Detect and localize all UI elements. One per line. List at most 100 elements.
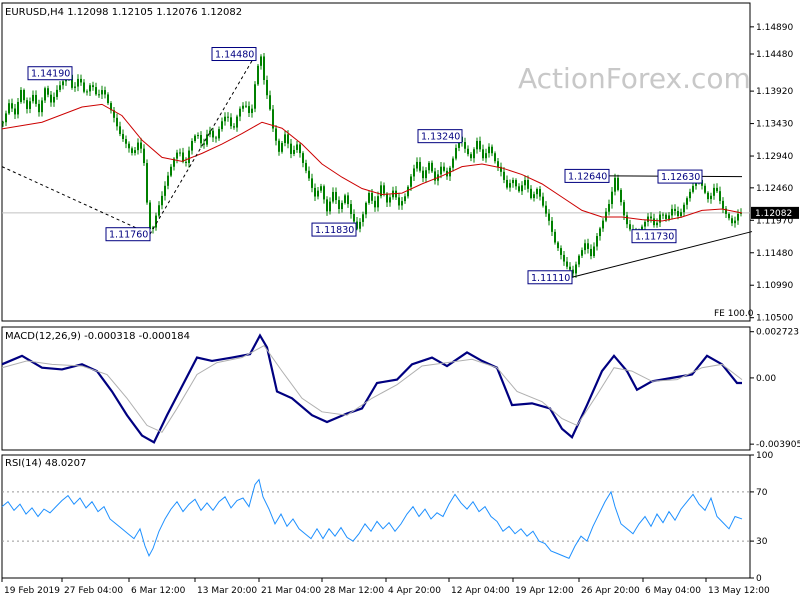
candle-body bbox=[98, 94, 100, 96]
candle-body bbox=[338, 200, 340, 210]
candle-body bbox=[494, 153, 496, 162]
candle-body bbox=[299, 144, 301, 154]
candle-body bbox=[557, 242, 559, 249]
candle-body bbox=[692, 185, 694, 192]
candle-body bbox=[584, 243, 586, 251]
candle-body bbox=[464, 142, 466, 149]
candle-body bbox=[140, 142, 142, 149]
candle-body bbox=[8, 103, 10, 114]
candle-body bbox=[134, 150, 136, 153]
candle-body bbox=[131, 148, 133, 153]
candle-body bbox=[620, 189, 622, 203]
candle-body bbox=[473, 149, 475, 159]
candle-body bbox=[563, 254, 565, 262]
x-tick-label: 4 Apr 20:00 bbox=[388, 586, 441, 596]
candle-body bbox=[674, 208, 676, 212]
y-tick-label: 0.00 bbox=[756, 374, 776, 384]
y-tick-label: 70 bbox=[756, 488, 768, 498]
candle-body bbox=[254, 84, 256, 109]
candle-body bbox=[470, 154, 472, 159]
price-annotation-label: 1.14480 bbox=[215, 50, 254, 61]
candle-body bbox=[350, 204, 352, 215]
macd-panel-title: MACD(12,26,9) -0.000318 -0.000184 bbox=[5, 331, 190, 342]
price-annotation-label: 1.12630 bbox=[661, 172, 700, 183]
candle-body bbox=[608, 204, 610, 212]
candle-body bbox=[575, 264, 577, 274]
candle-body bbox=[158, 205, 160, 216]
candle-body bbox=[374, 200, 376, 208]
candle-body bbox=[179, 152, 181, 154]
price-annotation-label: 1.11110 bbox=[531, 273, 570, 284]
candle-body bbox=[707, 192, 709, 200]
candle-body bbox=[512, 179, 514, 184]
candle-body bbox=[371, 192, 373, 201]
candle-body bbox=[14, 108, 16, 115]
candle-body bbox=[530, 188, 532, 199]
candle-body bbox=[422, 170, 424, 179]
price-panel-title: EURUSD,H4 1.12098 1.12105 1.12076 1.1208… bbox=[5, 7, 242, 18]
candle-body bbox=[668, 215, 670, 219]
candle-body bbox=[296, 144, 298, 150]
candle-body bbox=[95, 87, 97, 95]
y-tick-label: 0.002723 bbox=[756, 328, 799, 338]
y-tick-label: 1.10500 bbox=[756, 314, 793, 324]
candle-body bbox=[257, 65, 259, 85]
candle-body bbox=[47, 88, 49, 95]
candle-body bbox=[605, 211, 607, 221]
candle-body bbox=[32, 94, 34, 102]
candle-body bbox=[539, 189, 541, 197]
candle-body bbox=[731, 218, 733, 224]
y-tick-label: 1.13430 bbox=[756, 120, 793, 130]
current-price-label: 1.12082 bbox=[755, 209, 792, 219]
candle-body bbox=[686, 198, 688, 205]
x-tick-label: 13 Mar 20:00 bbox=[197, 586, 257, 596]
candle-body bbox=[347, 195, 349, 205]
candle-body bbox=[713, 187, 715, 196]
watermark: ActionForex.com bbox=[518, 62, 751, 95]
candle-body bbox=[35, 94, 37, 104]
candle-body bbox=[74, 86, 76, 88]
rsi-panel-title: RSI(14) 48.0207 bbox=[5, 458, 86, 469]
candle-body bbox=[671, 208, 673, 216]
candle-body bbox=[566, 261, 568, 267]
candle-body bbox=[617, 177, 619, 190]
candle-body bbox=[614, 177, 616, 192]
candle-body bbox=[128, 143, 130, 149]
candle-body bbox=[119, 126, 121, 134]
candle-body bbox=[323, 186, 325, 200]
candle-body bbox=[503, 171, 505, 180]
candle-body bbox=[137, 142, 139, 151]
candle-body bbox=[647, 216, 649, 222]
candle-body bbox=[341, 202, 343, 210]
candle-body bbox=[734, 220, 736, 224]
candle-body bbox=[194, 135, 196, 142]
candle-body bbox=[236, 116, 238, 128]
candle-body bbox=[26, 100, 28, 109]
y-tick-label: 30 bbox=[756, 537, 768, 547]
candle-body bbox=[266, 79, 268, 96]
x-tick-label: 13 May 12:00 bbox=[708, 586, 770, 596]
candle-body bbox=[230, 117, 232, 127]
candle-body bbox=[488, 146, 490, 154]
candle-body bbox=[401, 201, 403, 206]
candle-body bbox=[485, 153, 487, 159]
candle-body bbox=[623, 202, 625, 216]
candle-body bbox=[305, 162, 307, 171]
candle-body bbox=[560, 248, 562, 255]
candle-body bbox=[278, 140, 280, 152]
candle-body bbox=[242, 105, 244, 109]
candle-body bbox=[143, 148, 145, 164]
candle-body bbox=[542, 196, 544, 206]
candle-body bbox=[248, 106, 250, 113]
candle-body bbox=[92, 85, 94, 88]
candle-body bbox=[77, 78, 79, 87]
candle-body bbox=[533, 194, 535, 199]
candle-body bbox=[89, 85, 91, 92]
candle-body bbox=[50, 94, 52, 103]
candle-body bbox=[80, 78, 82, 83]
candle-body bbox=[116, 117, 118, 127]
candle-body bbox=[59, 85, 61, 90]
candle-body bbox=[386, 193, 388, 203]
candle-body bbox=[368, 192, 370, 203]
y-tick-label: 1.14890 bbox=[756, 23, 793, 33]
